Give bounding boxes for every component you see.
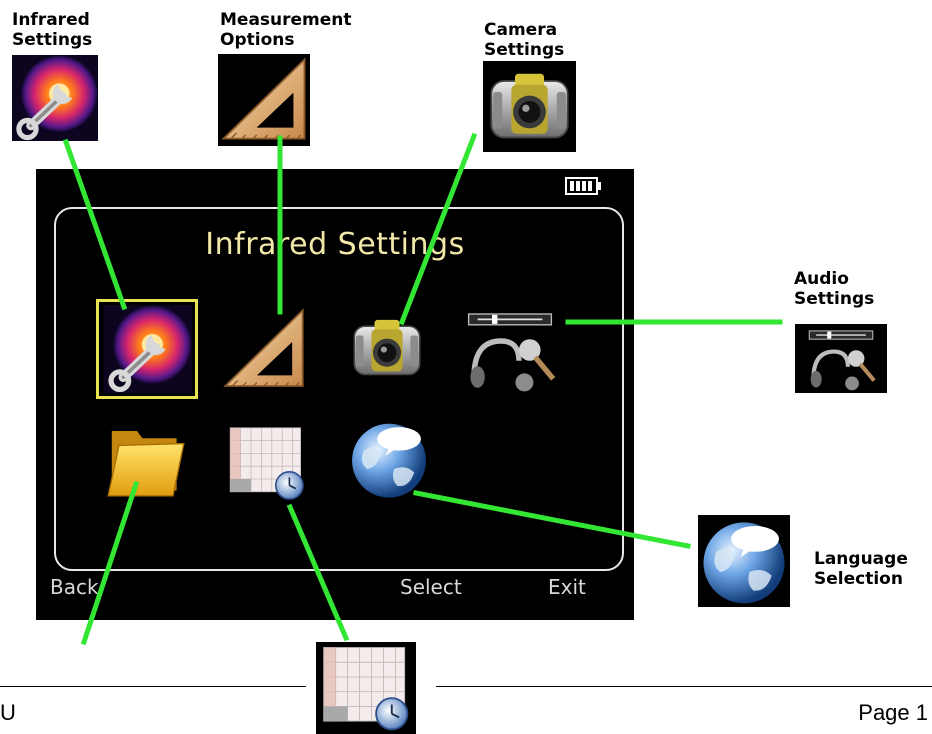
screen-title: Infrared Settings [205, 227, 465, 262]
folder-icon [100, 413, 192, 503]
measurement-options-callout: Measurement Options [220, 10, 352, 50]
menu-item-audio-settings[interactable] [462, 305, 558, 395]
camera-icon [483, 61, 576, 152]
select-softkey[interactable]: Select [400, 575, 462, 599]
menu-item-language-selection[interactable] [344, 417, 434, 501]
footer-rule-right [436, 686, 932, 687]
language-selection-callout: Language Selection [814, 549, 908, 589]
camera-settings-thumbnail [483, 61, 576, 152]
ruler-triangle-icon [220, 305, 308, 393]
menu-item-camera-settings[interactable] [340, 309, 434, 387]
calendar-clock-icon [222, 423, 312, 503]
audio-settings-thumbnail [795, 324, 887, 393]
infrared-settings-thumbnail [12, 55, 98, 141]
calendar-clock-icon [316, 642, 416, 734]
device-screen: Infrared Settings Back Select Exit [36, 169, 634, 620]
menu-item-calendar-clock[interactable] [222, 423, 312, 503]
camera-settings-callout: Camera Settings [484, 20, 565, 60]
back-softkey[interactable]: Back [50, 575, 99, 599]
language-selection-thumbnail [698, 515, 790, 607]
page-number: Page 1 [858, 700, 928, 725]
infrared-settings-icon [12, 55, 98, 141]
audio-settings-callout: Audio Settings [794, 269, 875, 309]
battery-icon [565, 177, 601, 195]
calendar-clock-thumbnail [316, 642, 416, 734]
ruler-triangle-icon [218, 54, 310, 146]
menu-item-folder[interactable] [100, 413, 192, 503]
measurement-options-thumbnail [218, 54, 310, 146]
audio-headphones-microphone-icon [795, 324, 887, 393]
footer-rule-left [0, 686, 306, 687]
exit-softkey[interactable]: Exit [548, 575, 586, 599]
menu-item-infrared-settings[interactable] [104, 305, 192, 393]
menu-item-measurement-options[interactable] [220, 305, 308, 393]
camera-icon [340, 309, 434, 387]
infrared-settings-icon [104, 305, 192, 393]
footer-left-text: U [0, 700, 16, 725]
audio-headphones-microphone-icon [462, 305, 558, 395]
globe-icon [698, 515, 790, 607]
infrared-settings-callout: Infrared Settings [12, 10, 93, 50]
globe-icon [344, 417, 434, 501]
